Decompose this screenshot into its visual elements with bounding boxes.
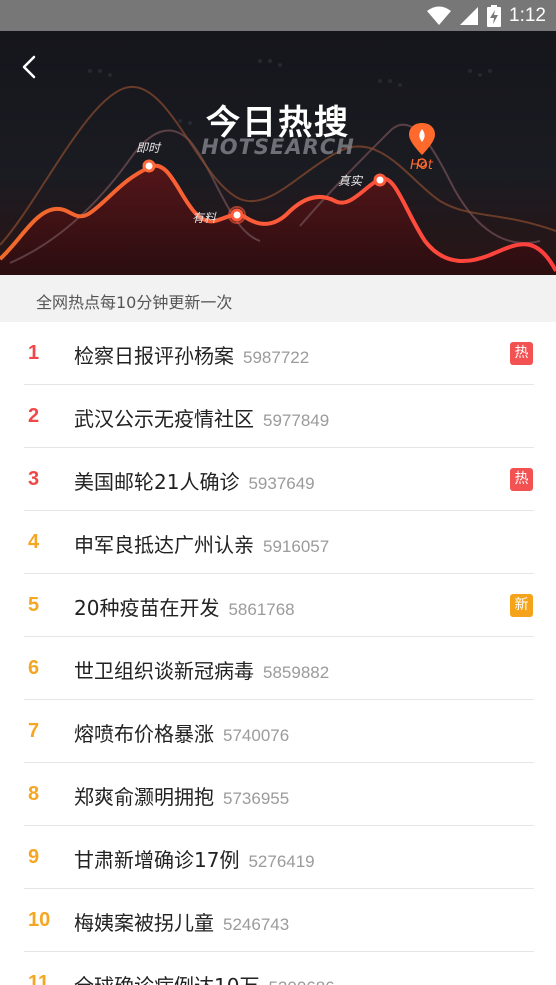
header-banner: 今日热搜 HOTSEARCH 即时 有料 真实 Hot [0, 31, 556, 275]
rank-number: 1 [28, 342, 40, 364]
back-button[interactable] [14, 51, 46, 83]
marker-label-instant: 即时 [136, 141, 161, 155]
list-item[interactable]: 10 梅姨案被拐儿童 5246743 [0, 889, 556, 952]
chevron-left-icon [22, 55, 36, 79]
list-item[interactable]: 1 检察日报评孙杨案 5987722 热 [0, 322, 556, 385]
item-search-count: 5276419 [248, 852, 315, 871]
item-search-count: 5916057 [263, 537, 330, 556]
list-item[interactable]: 5 20种疫苗在开发 5861768 新 [0, 574, 556, 637]
item-title: 世卫组织谈新冠病毒 [74, 659, 254, 683]
item-title-group: 检察日报评孙杨案 5987722 [74, 340, 309, 369]
rank-number: 8 [28, 783, 40, 805]
item-title: 郑爽俞灏明拥抱 [74, 785, 214, 809]
item-title-group: 熔喷布价格暴涨 5740076 [74, 718, 289, 747]
list-item[interactable]: 8 郑爽俞灏明拥抱 5736955 [0, 763, 556, 826]
item-title: 熔喷布价格暴涨 [74, 722, 214, 746]
item-search-count: 5977849 [263, 411, 330, 430]
item-search-count: 5740076 [223, 726, 290, 745]
item-title-group: 世卫组织谈新冠病毒 5859882 [74, 655, 329, 684]
hot-badge: 热 [510, 342, 533, 365]
rank-number: 4 [28, 531, 40, 553]
item-title-group: 甘肃新增确诊17例 5276419 [74, 844, 315, 873]
signal-icon [460, 7, 479, 25]
rank-number: 11 [28, 972, 50, 985]
list-item[interactable]: 7 熔喷布价格暴涨 5740076 [0, 700, 556, 763]
item-title-group: 梅姨案被拐儿童 5246743 [74, 907, 289, 936]
marker-label-content: 有料 [192, 211, 217, 225]
list-item[interactable]: 3 美国邮轮21人确诊 5937649 热 [0, 448, 556, 511]
list-item[interactable]: 2 武汉公示无疫情社区 5977849 [0, 385, 556, 448]
rank-number: 3 [28, 468, 40, 490]
item-title: 武汉公示无疫情社区 [74, 407, 254, 431]
item-title: 甘肃新增确诊17例 [74, 848, 240, 872]
item-title-group: 申军良抵达广州认亲 5916057 [74, 529, 329, 558]
status-icons: 1:12 [427, 4, 546, 28]
list-item[interactable]: 6 世卫组织谈新冠病毒 5859882 [0, 637, 556, 700]
rank-number: 6 [28, 657, 40, 679]
rank-number: 10 [28, 909, 51, 931]
list-item[interactable]: 4 申军良抵达广州认亲 5916057 [0, 511, 556, 574]
item-title: 申军良抵达广州认亲 [74, 533, 254, 557]
rank-number: 9 [28, 846, 40, 868]
marker-label-real: 真实 [338, 174, 363, 188]
new-badge: 新 [510, 594, 533, 617]
status-time: 1:12 [509, 5, 546, 26]
item-title: 20种疫苗在开发 [74, 596, 220, 620]
item-title-group: 全球确诊病例达10万 5200686 [74, 970, 335, 985]
page-subtitle: HOTSEARCH [201, 135, 355, 159]
update-notice-text: 全网热点每10分钟更新一次 [36, 293, 233, 312]
item-title-group: 美国邮轮21人确诊 5937649 [74, 466, 315, 495]
item-title: 检察日报评孙杨案 [74, 344, 234, 368]
item-title: 全球确诊病例达10万 [74, 970, 259, 985]
item-search-count: 5861768 [228, 600, 295, 619]
item-search-count: 5736955 [223, 789, 290, 808]
item-search-count: 5859882 [263, 663, 330, 682]
update-notice-bar: 全网热点每10分钟更新一次 [0, 275, 556, 322]
item-title-group: 20种疫苗在开发 5861768 [74, 592, 295, 621]
item-title: 美国邮轮21人确诊 [74, 470, 240, 494]
rank-number: 7 [28, 720, 40, 742]
wifi-icon [427, 6, 452, 25]
status-bar: 1:12 [0, 0, 556, 31]
item-search-count: 5246743 [223, 915, 290, 934]
item-search-count: 5987722 [243, 348, 310, 367]
battery-charging-icon [487, 5, 502, 27]
hot-badge: 热 [510, 468, 533, 491]
rank-number: 2 [28, 405, 40, 427]
marker-label-hot: Hot [410, 158, 433, 173]
item-search-count: 5937649 [248, 474, 315, 493]
item-title: 梅姨案被拐儿童 [74, 911, 214, 935]
item-title-group: 武汉公示无疫情社区 5977849 [74, 403, 329, 432]
hot-search-list: 1 检察日报评孙杨案 5987722 热 2 武汉公示无疫情社区 5977849 3 美国邮轮2… [0, 322, 556, 985]
item-title-group: 郑爽俞灏明拥抱 5736955 [74, 781, 289, 810]
item-search-count: 5200686 [268, 978, 334, 985]
rank-number: 5 [28, 594, 40, 616]
list-item[interactable]: 9 甘肃新增确诊17例 5276419 [0, 826, 556, 889]
list-item[interactable]: 11 全球确诊病例达10万 5200686 [0, 952, 556, 985]
